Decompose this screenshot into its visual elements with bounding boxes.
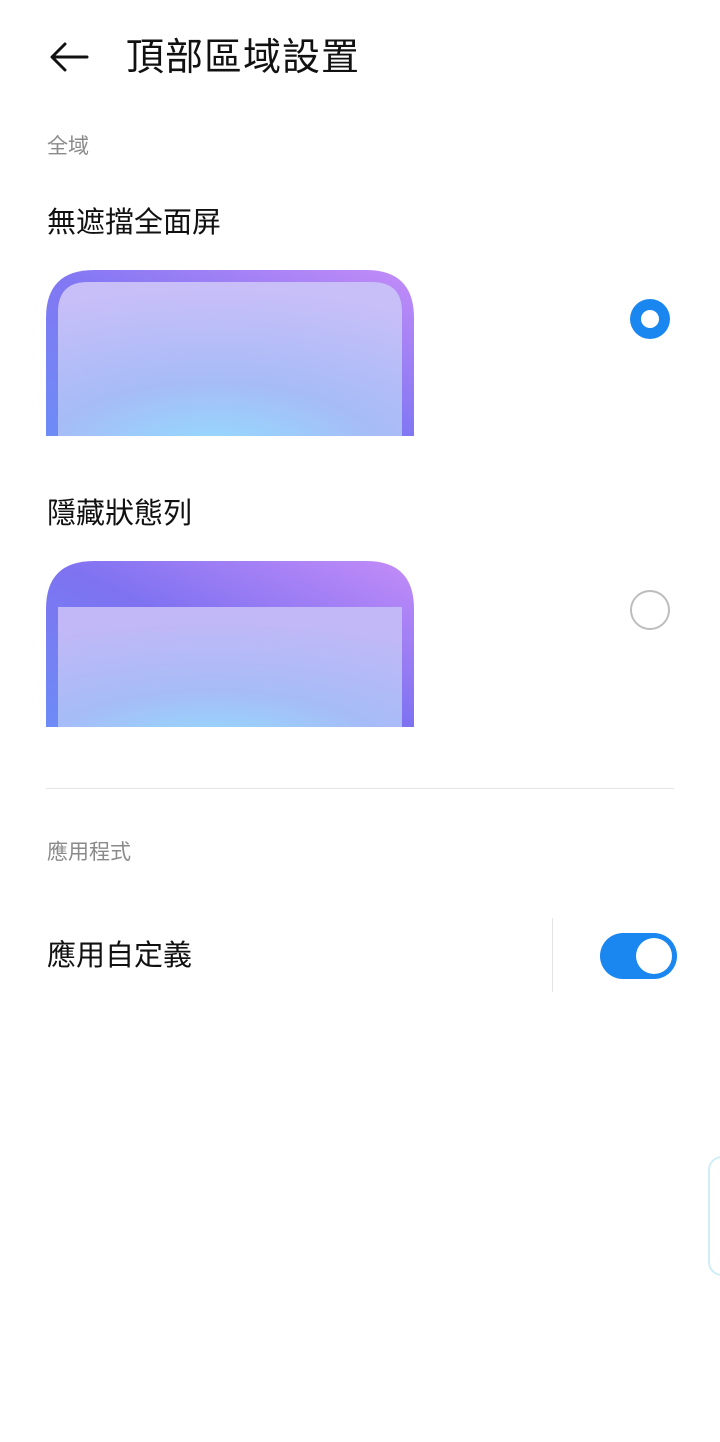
preview-hide-statusbar[interactable]: [46, 561, 414, 727]
section-title-global: 全域: [47, 134, 89, 158]
preview-fullscreen[interactable]: [46, 270, 414, 436]
edge-panel-handle[interactable]: [708, 1156, 720, 1276]
option-hide-statusbar-label[interactable]: 隱藏狀態列: [47, 493, 192, 533]
row-separator: [552, 918, 553, 992]
radio-fullscreen[interactable]: [630, 299, 670, 339]
divider: [46, 788, 674, 789]
option-fullscreen-label[interactable]: 無遮擋全面屏: [47, 202, 221, 242]
app-custom-label[interactable]: 應用自定義: [47, 934, 192, 976]
page-title: 頂部區域設置: [126, 35, 361, 79]
back-button[interactable]: [44, 36, 94, 78]
app-header: 頂部區域設置: [0, 0, 720, 116]
app-custom-toggle[interactable]: [600, 933, 677, 979]
section-title-apps: 應用程式: [47, 840, 131, 864]
radio-hide-statusbar[interactable]: [630, 590, 670, 630]
toggle-knob: [636, 938, 672, 974]
arrow-left-icon: [50, 42, 89, 72]
